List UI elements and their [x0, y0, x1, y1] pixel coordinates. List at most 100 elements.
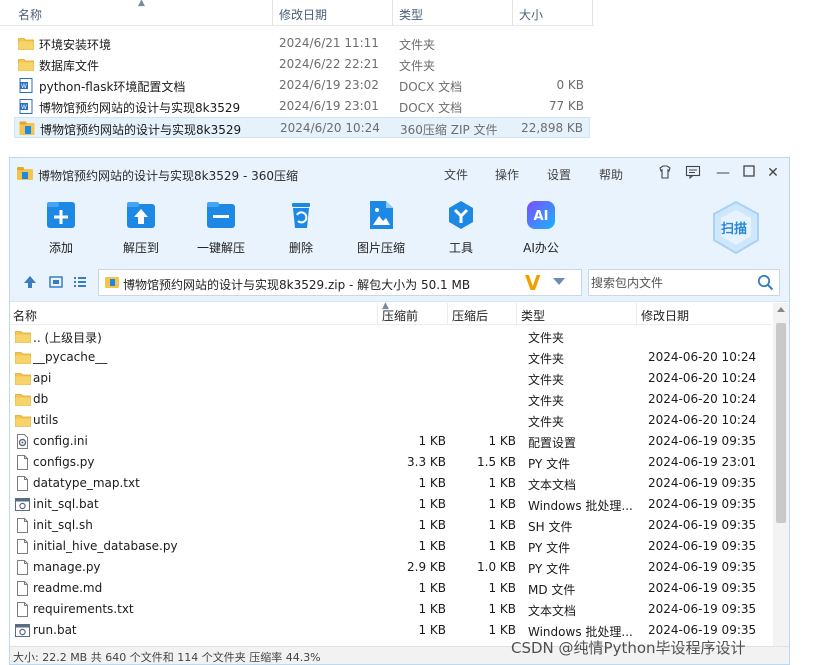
list-column-name[interactable]: 名称 — [13, 307, 37, 324]
size-after: 1 KB — [488, 581, 516, 595]
vip-badge-icon[interactable]: V — [525, 271, 540, 295]
file-name: utils — [33, 413, 59, 427]
vertical-scrollbar[interactable] — [773, 303, 789, 646]
scroll-thumb[interactable] — [776, 323, 786, 523]
file-row[interactable]: requirements.txt 1 KB 1 KB 文本文档 2024-06-19 0… — [10, 599, 772, 620]
size-after: 1.5 KB — [477, 455, 516, 469]
column-type[interactable]: 类型 — [399, 6, 423, 23]
file-row[interactable]: configs.py 3.3 KB 1.5 KB PY 文件 2024-06-19 23… — [10, 452, 772, 473]
tools-icon — [449, 201, 473, 229]
file-type: MD 文件 — [528, 583, 576, 597]
tools-label: 工具 — [448, 241, 473, 255]
minimize-button[interactable]: — — [714, 164, 732, 182]
file-row[interactable]: manage.py 2.9 KB 1.0 KB PY 文件 2024-06-19 09:… — [10, 557, 772, 578]
feedback-icon[interactable] — [684, 164, 702, 182]
word-doc-icon: W — [18, 78, 34, 93]
file-row[interactable]: init_sql.bat 1 KB 1 KB Windows 批处理... 2024-0… — [10, 494, 772, 515]
size-after: 1 KB — [488, 497, 516, 511]
file-type: PY 文件 — [528, 541, 571, 555]
list-column-compressed[interactable]: 压缩前 — [382, 307, 418, 324]
list-column-date[interactable]: 修改日期 — [641, 307, 689, 324]
file-row[interactable]: .. (上级目录) 文件夹 — [10, 326, 772, 347]
list-view-icon[interactable] — [72, 274, 88, 290]
file-size: 22,898 KB — [521, 121, 583, 135]
column-date[interactable]: 修改日期 — [279, 6, 327, 23]
tools-button[interactable]: 工具 — [431, 198, 491, 256]
size-after: 1 KB — [488, 539, 516, 553]
file-row[interactable]: datatype_map.txt 1 KB 1 KB 文本文档 2024-06-19 0… — [10, 473, 772, 494]
file-row[interactable]: utils 文件夹 2024-06-20 10:24 — [10, 410, 772, 431]
up-arrow-icon[interactable] — [22, 274, 38, 290]
explorer-row-selected[interactable]: 博物馆预约网站的设计与实现8k3529 2024/6/20 10:24 360压缩 … — [14, 117, 590, 138]
list-column-original[interactable]: 压缩后 — [452, 307, 488, 324]
column-divider[interactable] — [447, 303, 448, 325]
file-row[interactable]: initial_hive_database.py 1 KB 1 KB PY 文件 202… — [10, 536, 772, 557]
scan-button[interactable]: 扫描 — [710, 200, 762, 256]
skin-icon[interactable] — [656, 164, 674, 182]
file-row[interactable]: api 文件夹 2024-06-20 10:24 — [10, 368, 772, 389]
file-row[interactable]: config.ini 1 KB 1 KB 配置设置 2024-06-19 09:35 — [10, 431, 772, 452]
delete-button[interactable]: 删除 — [271, 198, 331, 256]
path-field[interactable]: 博物馆预约网站的设计与实现8k3529.zip - 解包大小为 50.1 MB … — [98, 269, 582, 296]
file-row[interactable]: readme.md 1 KB 1 KB MD 文件 2024-06-19 09:35 — [10, 578, 772, 599]
ai-office-icon: AI — [527, 201, 555, 229]
title-bar[interactable]: 博物馆预约网站的设计与实现8k3529 - 360压缩 文件 操作 设置 帮助 … — [10, 158, 789, 190]
extract-to-button[interactable]: 解压到 — [111, 198, 171, 256]
file-type: 360压缩 ZIP 文件 — [400, 123, 498, 137]
file-row[interactable]: db 文件夹 2024-06-20 10:24 — [10, 389, 772, 410]
folder-icon — [15, 371, 31, 386]
file-name: manage.py — [33, 560, 101, 574]
menu-settings[interactable]: 设置 — [547, 166, 571, 183]
search-input[interactable] — [591, 272, 751, 293]
explorer-row[interactable]: Wpython-flask环境配置文档 2024/6/19 23:02 DOCX 文… — [14, 75, 590, 96]
file-name: db — [33, 392, 49, 406]
column-divider[interactable] — [512, 0, 513, 26]
column-divider[interactable] — [392, 0, 393, 26]
file-icon — [15, 581, 30, 596]
close-button[interactable]: ✕ — [764, 164, 782, 182]
extract-to-label: 解压到 — [122, 241, 159, 255]
column-divider[interactable] — [272, 0, 273, 26]
explorer-row[interactable]: 环境安装环境 2024/6/21 11:11 文件夹 — [14, 33, 590, 54]
column-divider[interactable] — [636, 303, 637, 325]
search-box — [588, 269, 780, 296]
image-compress-button[interactable]: 图片压缩 — [351, 198, 411, 256]
file-name: 博物馆预约网站的设计与实现8k3529 — [39, 101, 241, 115]
file-icon — [15, 602, 30, 617]
file-date: 2024-06-19 23:01 — [648, 455, 757, 469]
column-divider[interactable] — [592, 0, 593, 26]
list-column-type[interactable]: 类型 — [521, 307, 545, 324]
one-click-extract-button[interactable]: 一键解压 — [191, 198, 251, 256]
file-list: .. (上级目录) 文件夹 __pycache__ 文件夹 2024-06-20 10:… — [10, 326, 772, 646]
add-button[interactable]: 添加 — [31, 198, 91, 256]
path-dropdown-icon[interactable] — [553, 278, 565, 285]
zip-archive-icon — [19, 121, 35, 136]
explorer-row[interactable]: 数据库文件 2024/6/22 22:21 文件夹 — [14, 54, 590, 75]
file-list-header: 名称 ▲ 压缩前 压缩后 类型 修改日期 — [10, 301, 772, 325]
scroll-up-icon[interactable] — [777, 307, 785, 312]
column-divider[interactable] — [516, 303, 517, 325]
file-date: 2024-06-20 10:24 — [648, 413, 757, 427]
ai-office-button[interactable]: AI AI办公 — [511, 198, 571, 256]
explorer-row[interactable]: W 博物馆预约网站的设计与实现8k3529 2024/6/19 23:01 DOCX … — [14, 96, 590, 117]
file-type: 配置设置 — [528, 436, 577, 450]
menu-operate[interactable]: 操作 — [495, 166, 519, 183]
column-size[interactable]: 大小 — [519, 6, 543, 23]
column-name[interactable]: 名称 — [18, 6, 42, 23]
search-icon[interactable] — [757, 274, 774, 291]
file-row[interactable]: __pycache__ 文件夹 2024-06-20 10:24 — [10, 347, 772, 368]
maximize-button[interactable] — [740, 164, 758, 182]
size-before: 1 KB — [418, 623, 446, 637]
file-name: api — [33, 371, 52, 385]
column-divider[interactable] — [377, 303, 378, 325]
thumbnail-view-icon[interactable] — [48, 274, 64, 290]
menu-file[interactable]: 文件 — [444, 166, 468, 183]
file-date: 2024/6/21 11:11 — [279, 36, 379, 50]
file-row[interactable]: init_sql.sh 1 KB 1 KB SH 文件 2024-06-19 09:35 — [10, 515, 772, 536]
file-icon — [15, 455, 30, 470]
size-before: 1 KB — [418, 602, 446, 616]
file-date: 2024/6/19 23:02 — [279, 78, 379, 92]
app-logo-icon — [17, 167, 33, 180]
menu-help[interactable]: 帮助 — [599, 166, 623, 183]
size-before: 2.9 KB — [407, 560, 446, 574]
